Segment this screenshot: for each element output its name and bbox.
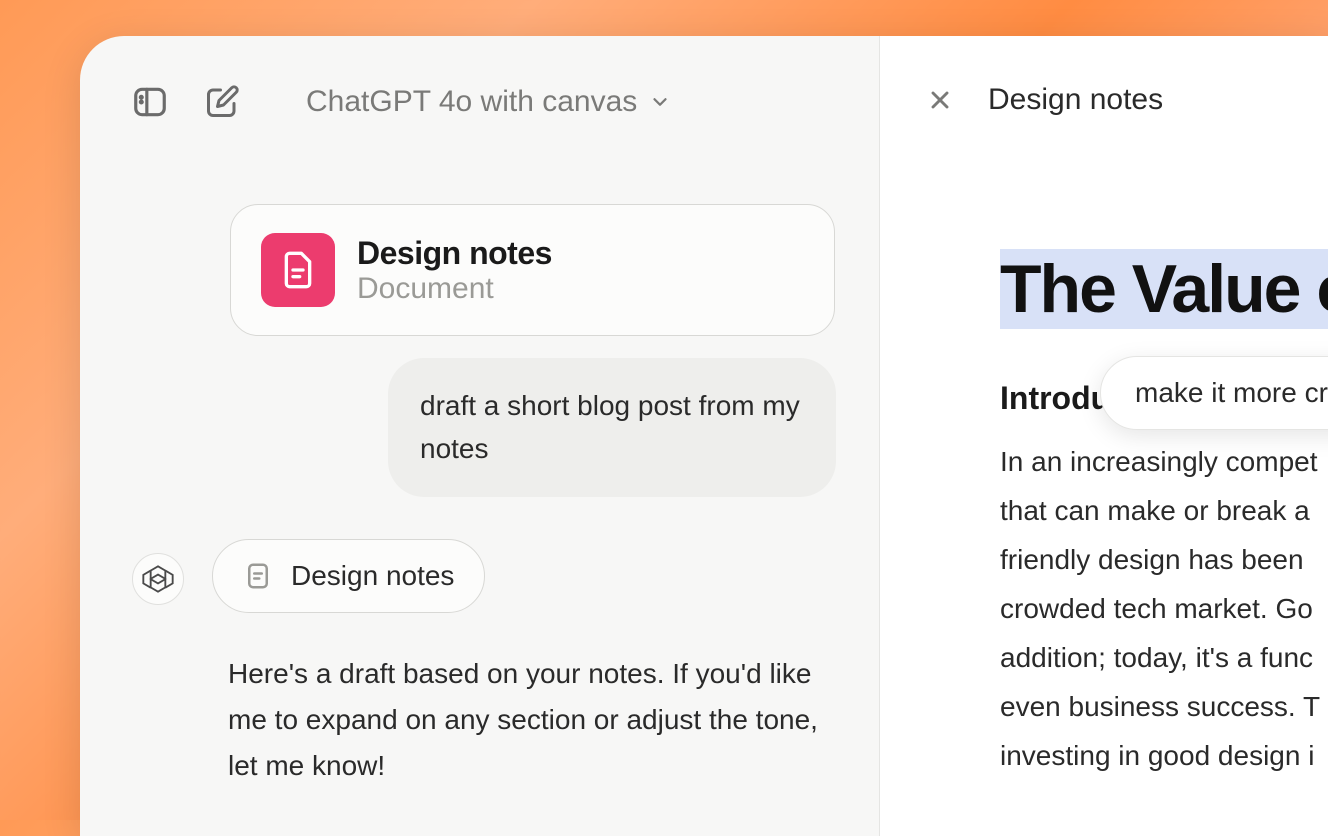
attachment-card[interactable]: Design notes Document — [230, 204, 835, 336]
selection-prompt-input[interactable]: make it more cre — [1100, 356, 1328, 430]
app-window: ChatGPT 4o with canvas Design notes Docu… — [80, 36, 1328, 836]
document-badge — [261, 233, 335, 307]
toolbar: ChatGPT 4o with canvas — [128, 80, 831, 124]
sidebar-toggle-button[interactable] — [128, 80, 172, 124]
model-label: ChatGPT 4o with canvas — [306, 85, 637, 119]
compose-icon — [204, 84, 240, 120]
assistant-reply: Here's a draft based on your notes. If y… — [228, 651, 833, 790]
assistant-avatar — [132, 553, 184, 605]
attachment-info: Design notes Document — [357, 235, 552, 306]
canvas-chip-label: Design notes — [291, 560, 454, 592]
canvas-document-chip[interactable]: Design notes — [212, 539, 485, 613]
user-message: draft a short blog post from my notes — [388, 358, 836, 497]
panel-icon — [131, 83, 169, 121]
body-line: crowded tech market. Go — [1000, 584, 1328, 633]
body-line: even business success. T — [1000, 682, 1328, 731]
body-line: addition; today, it's a func — [1000, 633, 1328, 682]
selection-prompt-text: make it more cre — [1135, 377, 1328, 408]
body-line: In an increasingly compet — [1000, 437, 1328, 486]
file-icon — [278, 250, 318, 290]
chat-panel: ChatGPT 4o with canvas Design notes Docu… — [80, 36, 880, 836]
document-heading[interactable]: The Value o — [1000, 250, 1328, 328]
document-body[interactable]: In an increasingly compet that can make … — [1000, 437, 1328, 780]
document-icon — [243, 561, 273, 591]
assistant-row: Design notes — [132, 539, 831, 613]
canvas-panel: Design notes The Value o Introduction In… — [880, 36, 1328, 836]
canvas-content[interactable]: The Value o Introduction In an increasin… — [1000, 250, 1328, 780]
body-line: that can make or break a — [1000, 486, 1328, 535]
new-chat-button[interactable] — [200, 80, 244, 124]
body-line: investing in good design i — [1000, 731, 1328, 780]
body-line: friendly design has been — [1000, 535, 1328, 584]
close-icon — [926, 86, 954, 114]
canvas-header: Design notes — [920, 80, 1328, 120]
openai-logo-icon — [142, 563, 174, 595]
model-selector[interactable]: ChatGPT 4o with canvas — [306, 85, 671, 119]
attachment-title: Design notes — [357, 235, 552, 272]
chevron-down-icon — [649, 91, 671, 113]
attachment-type: Document — [357, 272, 552, 306]
close-canvas-button[interactable] — [920, 80, 960, 120]
selected-text: The Value o — [1000, 249, 1328, 329]
canvas-title: Design notes — [988, 83, 1163, 117]
